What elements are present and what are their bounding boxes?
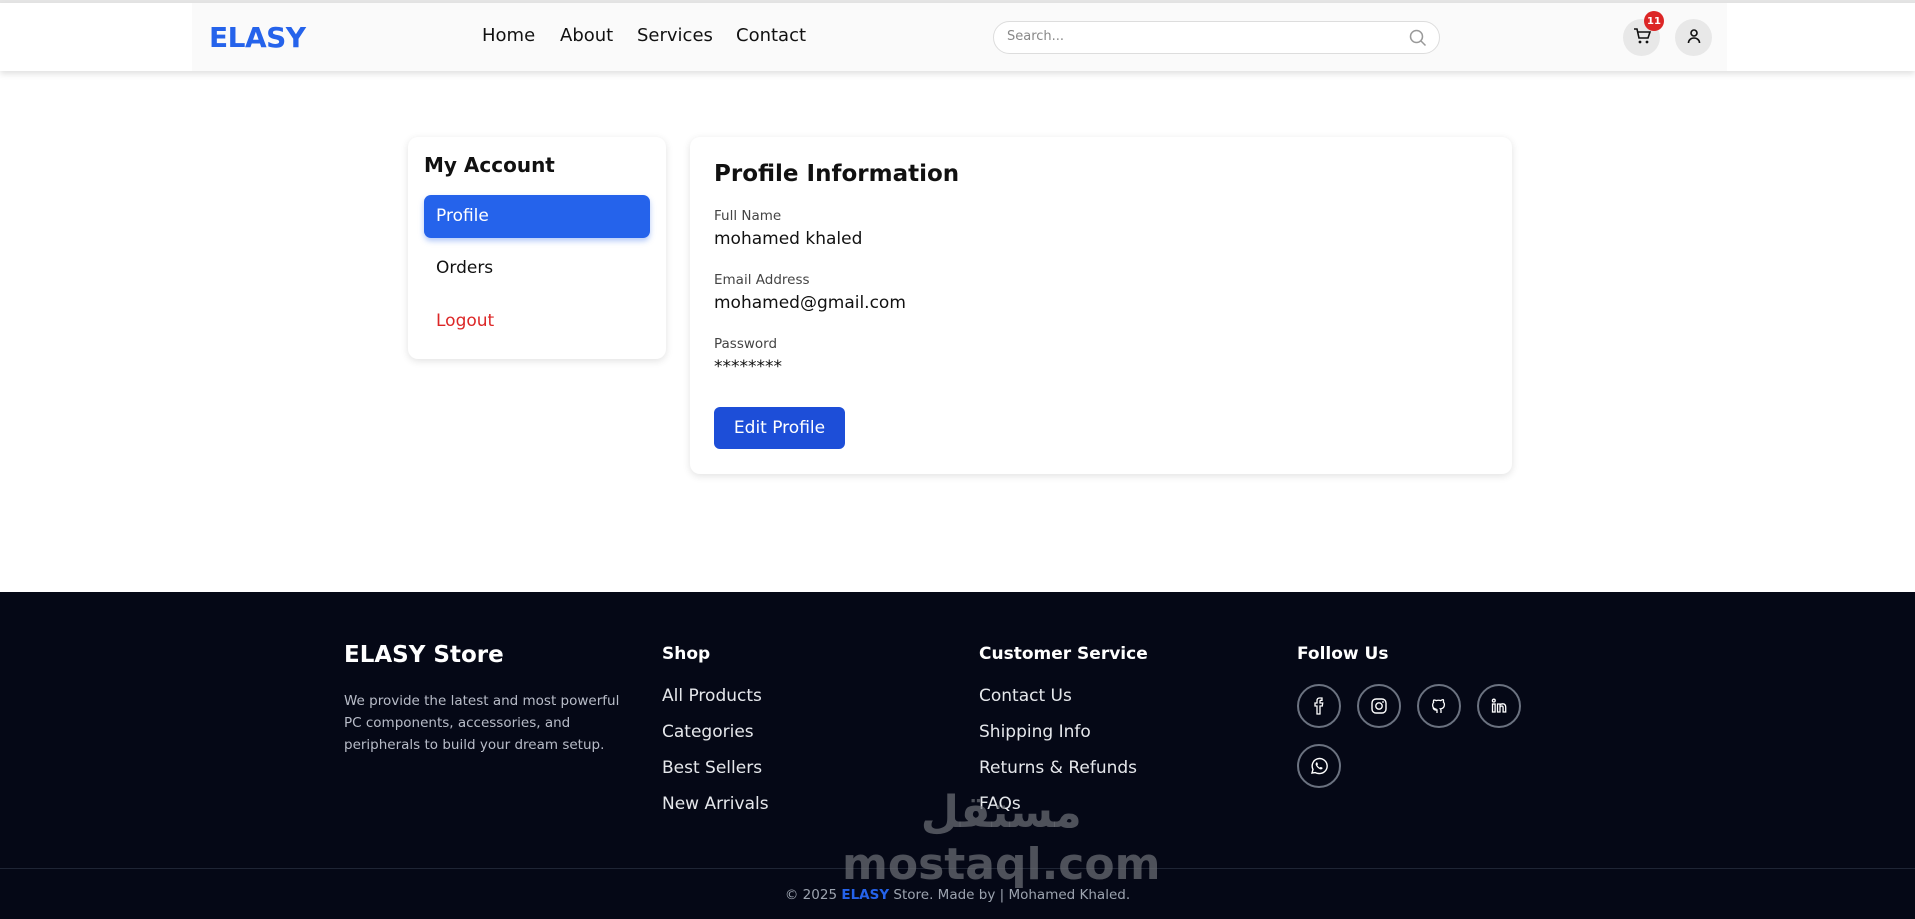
instagram-icon[interactable] xyxy=(1357,684,1401,728)
account-sidebar: My Account Profile Orders Logout xyxy=(408,137,666,359)
password-value: ******** xyxy=(714,357,782,377)
nav-services[interactable]: Services xyxy=(637,25,713,46)
search-input[interactable] xyxy=(1007,29,1387,44)
footer-link[interactable]: FAQs xyxy=(979,794,1021,814)
nav-contact[interactable]: Contact xyxy=(736,25,806,46)
shop-heading: Shop xyxy=(662,644,711,664)
profile-card: Profile Information Full Name mohamed kh… xyxy=(690,137,1512,474)
site-header: ELASY Home About Services Contact 11 xyxy=(0,3,1915,71)
cart-icon xyxy=(1633,27,1651,49)
footer-description: We provide the latest and most powerful … xyxy=(344,693,620,753)
sidebar-title: My Account xyxy=(424,153,555,177)
email-value: mohamed@gmail.com xyxy=(714,293,906,313)
page-title: Profile Information xyxy=(714,161,960,187)
copyright-suffix: Store. Made by | Mohamed Khaled. xyxy=(889,887,1131,903)
footer-brand: ELASY Store xyxy=(344,642,504,668)
edit-profile-button[interactable]: Edit Profile xyxy=(714,407,845,449)
follow-heading: Follow Us xyxy=(1297,644,1389,664)
service-heading: Customer Service xyxy=(979,644,1148,664)
sidebar-item-orders[interactable]: Orders xyxy=(424,247,650,290)
footer-link[interactable]: New Arrivals xyxy=(662,794,769,814)
sidebar-item-profile[interactable]: Profile xyxy=(424,195,650,238)
whatsapp-icon[interactable] xyxy=(1297,744,1341,788)
footer-link[interactable]: Returns & Refunds xyxy=(979,758,1137,778)
full-name-value: mohamed khaled xyxy=(714,229,863,249)
sidebar-item-logout[interactable]: Logout xyxy=(424,300,650,343)
search-box xyxy=(993,21,1440,54)
copyright-brand: ELASY xyxy=(841,887,890,903)
copyright: © 2025 ELASY Store. Made by | Mohamed Kh… xyxy=(0,887,1915,903)
cart-count-badge: 11 xyxy=(1644,11,1664,31)
account-button[interactable] xyxy=(1675,19,1712,56)
password-label: Password xyxy=(714,336,778,352)
footer-divider xyxy=(0,868,1915,869)
footer-link[interactable]: Shipping Info xyxy=(979,722,1091,742)
email-label: Email Address xyxy=(714,272,810,288)
footer-link[interactable]: All Products xyxy=(662,686,762,706)
full-name-label: Full Name xyxy=(714,208,782,224)
nav-about[interactable]: About xyxy=(560,25,613,46)
nav-home[interactable]: Home xyxy=(482,25,535,46)
footer-link[interactable]: Contact Us xyxy=(979,686,1072,706)
search-icon[interactable] xyxy=(1409,29,1427,51)
copyright-prefix: © 2025 xyxy=(784,887,842,903)
linkedin-icon[interactable] xyxy=(1477,684,1521,728)
user-icon xyxy=(1686,28,1702,48)
github-icon[interactable] xyxy=(1417,684,1461,728)
watermark-latin: mostaql.com xyxy=(842,839,1161,890)
logo[interactable]: ELASY xyxy=(209,21,306,54)
site-footer: ELASY Store We provide the latest and mo… xyxy=(0,592,1915,919)
footer-link[interactable]: Categories xyxy=(662,722,754,742)
facebook-icon[interactable] xyxy=(1297,684,1341,728)
footer-link[interactable]: Best Sellers xyxy=(662,758,762,778)
